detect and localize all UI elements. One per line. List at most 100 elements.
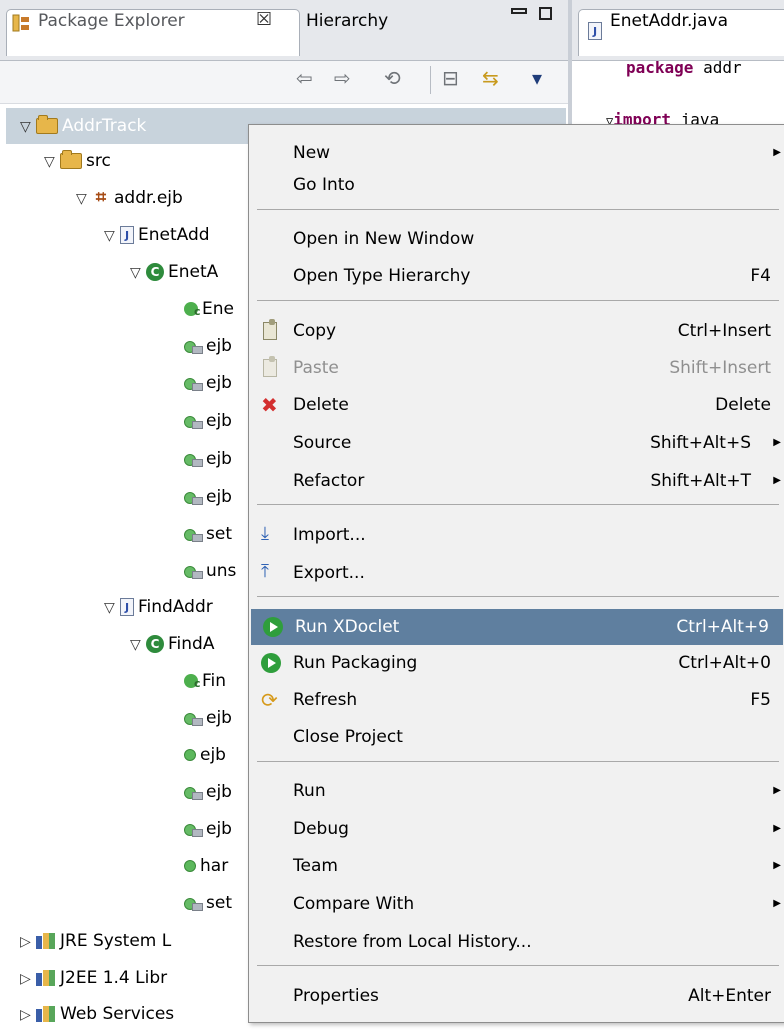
menu-item-icon-slot bbox=[259, 645, 285, 681]
method-icon bbox=[184, 822, 203, 837]
tree-item[interactable]: c Ene bbox=[184, 291, 234, 327]
menu-item-label: Run bbox=[293, 781, 326, 801]
tree-item[interactable]: set bbox=[184, 885, 232, 921]
tree-item[interactable]: ▷ J2EE 1.4 Libr bbox=[20, 960, 167, 996]
tree-item[interactable]: uns bbox=[184, 553, 236, 589]
expand-toggle-icon[interactable]: ▽ bbox=[20, 109, 36, 145]
menu-item-restore-from-local-history[interactable]: Restore from Local History... bbox=[249, 924, 784, 960]
menu-item-shortcut: Shift+Insert bbox=[669, 358, 771, 378]
menu-item-open-type-hierarchy[interactable]: Open Type Hierarchy F4 bbox=[249, 258, 784, 294]
menu-item-export[interactable]: ⤒ Export... bbox=[249, 555, 784, 591]
collapse-all-icon[interactable]: ⊟ bbox=[442, 66, 459, 90]
tree-item[interactable]: ejb bbox=[184, 774, 232, 810]
menu-item-properties[interactable]: Properties Alt+Enter bbox=[249, 978, 784, 1014]
back-icon[interactable]: ⇦ bbox=[296, 66, 313, 90]
java-file-icon: J bbox=[120, 226, 134, 244]
expand-toggle-icon[interactable]: ▽ bbox=[104, 590, 120, 626]
menu-item-label: Source bbox=[293, 433, 352, 453]
tree-item[interactable]: ejb bbox=[184, 811, 232, 847]
expand-toggle-icon[interactable]: ▽ bbox=[104, 218, 120, 254]
expand-toggle-icon[interactable]: ▽ bbox=[76, 181, 92, 217]
view-menu-icon[interactable]: ▾ bbox=[532, 66, 542, 90]
tree-item[interactable]: ejb bbox=[184, 365, 232, 401]
menu-item-label: Close Project bbox=[293, 727, 403, 747]
constructor-icon: c bbox=[184, 674, 201, 690]
tree-item[interactable]: ▷ JRE System L bbox=[20, 923, 171, 959]
tree-item[interactable]: ejb bbox=[184, 403, 232, 439]
menu-item-run-xdoclet[interactable]: Run XDoclet Ctrl+Alt+9 bbox=[251, 609, 783, 645]
method-icon bbox=[184, 711, 203, 726]
sync-icon[interactable]: ⇆ bbox=[482, 66, 499, 90]
menu-item-run-packaging[interactable]: Run Packaging Ctrl+Alt+0 bbox=[249, 645, 784, 681]
menu-item-source[interactable]: Source Shift+Alt+S ▶ bbox=[249, 425, 784, 461]
forward-icon[interactable]: ⇨ bbox=[334, 66, 351, 90]
menu-item-compare-with[interactable]: Compare With ▶ bbox=[249, 886, 784, 922]
menu-item-close-project[interactable]: Close Project bbox=[249, 719, 784, 755]
tree-item[interactable]: ejb bbox=[184, 700, 232, 736]
tree-item[interactable]: ejb bbox=[184, 441, 232, 477]
menu-item-new[interactable]: New ▶ bbox=[249, 135, 784, 171]
tree-item[interactable]: c Fin bbox=[184, 663, 226, 699]
menu-item-icon-slot bbox=[259, 313, 285, 349]
menu-item-run[interactable]: Run ▶ bbox=[249, 773, 784, 809]
tree-item[interactable]: ▽ ⌗ addr.ejb bbox=[76, 180, 183, 216]
method-icon bbox=[184, 490, 203, 505]
expand-toggle-icon[interactable]: ▷ bbox=[20, 961, 36, 997]
menu-item-refactor[interactable]: Refactor Shift+Alt+T ▶ bbox=[249, 463, 784, 499]
package-icon: ⌗ bbox=[95, 187, 107, 208]
menu-item-shortcut: Alt+Enter bbox=[688, 986, 771, 1006]
tree-item[interactable]: har bbox=[184, 848, 228, 884]
maximize-icon[interactable] bbox=[539, 7, 552, 20]
method-icon bbox=[184, 785, 203, 800]
menu-item-refresh[interactable]: ⟳ Refresh F5 bbox=[249, 682, 784, 718]
menu-item-delete[interactable]: ✖ Delete Delete bbox=[249, 387, 784, 423]
tree-item-label: ejb bbox=[206, 487, 232, 507]
tree-item-label: Web Services bbox=[60, 1004, 175, 1024]
menu-item-icon-slot: ⤓ bbox=[259, 517, 285, 553]
tree-item[interactable]: ▽ src bbox=[44, 143, 111, 179]
tree-item[interactable]: ▽ C FindA bbox=[130, 626, 214, 662]
delete-icon: ✖ bbox=[261, 393, 278, 417]
expand-toggle-icon[interactable]: ▽ bbox=[44, 144, 60, 180]
menu-item-paste[interactable]: Paste Shift+Insert bbox=[249, 350, 784, 386]
expand-toggle-icon[interactable]: ▷ bbox=[20, 924, 36, 960]
tree-item-label: ejb bbox=[206, 411, 232, 431]
submenu-arrow-icon: ▶ bbox=[773, 785, 781, 796]
menu-item-shortcut: Ctrl+Alt+0 bbox=[678, 653, 771, 673]
tree-item[interactable]: ▽ AddrTrack bbox=[20, 108, 146, 144]
menu-item-debug[interactable]: Debug ▶ bbox=[249, 811, 784, 847]
library-icon bbox=[36, 1006, 56, 1022]
tree-item-label: ejb bbox=[206, 708, 232, 728]
tree-item[interactable]: ▽ J FindAddr bbox=[104, 589, 213, 625]
menu-item-shortcut: F5 bbox=[750, 690, 771, 710]
tree-item[interactable]: ▷ Web Services bbox=[20, 996, 174, 1032]
tree-item-label: ejb bbox=[206, 819, 232, 839]
tree-item[interactable]: ejb bbox=[184, 479, 232, 515]
tree-item[interactable]: ▽ J EnetAdd bbox=[104, 217, 210, 253]
menu-item-import[interactable]: ⤓ Import... bbox=[249, 517, 784, 553]
submenu-arrow-icon: ▶ bbox=[773, 437, 781, 448]
menu-item-label: New bbox=[293, 143, 331, 163]
menu-item-label: Open Type Hierarchy bbox=[293, 266, 471, 286]
menu-item-shortcut: Shift+Alt+S bbox=[650, 433, 751, 453]
menu-item-open-in-new-window[interactable]: Open in New Window bbox=[249, 221, 784, 257]
link-with-editor-icon[interactable]: ⟲ bbox=[384, 66, 401, 90]
tree-item[interactable]: ▽ C EnetA bbox=[130, 254, 218, 290]
expand-toggle-icon[interactable]: ▽ bbox=[130, 627, 146, 663]
menu-item-team[interactable]: Team ▶ bbox=[249, 848, 784, 884]
menu-item-copy[interactable]: Copy Ctrl+Insert bbox=[249, 313, 784, 349]
editor-tab-label: EnetAddr.java bbox=[610, 11, 729, 31]
submenu-arrow-icon: ▶ bbox=[773, 860, 781, 871]
minimize-icon[interactable] bbox=[510, 4, 530, 23]
expand-toggle-icon[interactable]: ▽ bbox=[130, 255, 146, 291]
close-icon[interactable]: ☒ bbox=[256, 9, 272, 30]
tree-item[interactable]: ejb bbox=[184, 737, 226, 773]
menu-item-go-into[interactable]: Go Into bbox=[249, 167, 784, 203]
menu-item-icon-slot: ✖ bbox=[259, 387, 285, 423]
tree-item[interactable]: set bbox=[184, 516, 232, 552]
tree-item[interactable]: ejb bbox=[184, 328, 232, 364]
expand-toggle-icon[interactable]: ▷ bbox=[20, 997, 36, 1033]
tab-hierarchy[interactable]: Hierarchy bbox=[306, 11, 388, 31]
menu-item-label: Debug bbox=[293, 819, 349, 839]
menu-item-label: Run Packaging bbox=[293, 653, 418, 673]
